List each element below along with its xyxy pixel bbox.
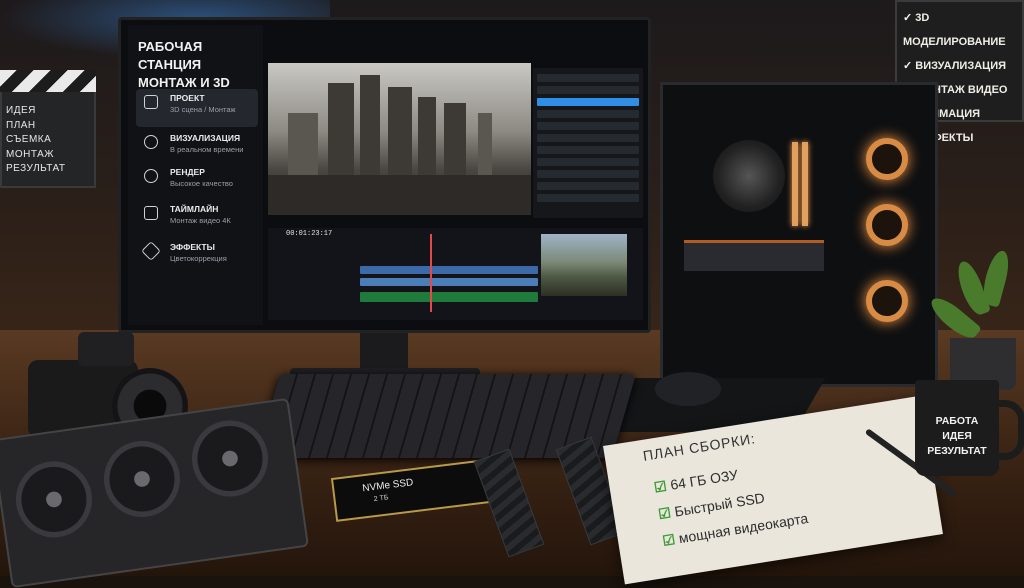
- camera-icon: [144, 169, 158, 183]
- mug-text: РАБОТА ИДЕЯ РЕЗУЛЬТАТ: [920, 414, 994, 459]
- clapper-stripes: [0, 70, 96, 92]
- outliner-panel: [533, 68, 643, 218]
- panel-row[interactable]: [537, 86, 639, 94]
- film-icon: [144, 206, 158, 220]
- clip-preview: [541, 234, 627, 296]
- menu-item-render[interactable]: РЕНДЕР Высокое качество: [136, 163, 258, 201]
- sign-item: 3D МОДЕЛИРОВАНИЕ: [903, 6, 1024, 54]
- board-item: МОНТАЖ: [6, 148, 55, 160]
- sign-item: ВИЗУАЛИЗАЦИЯ: [903, 54, 1024, 78]
- building: [444, 103, 466, 183]
- board-item: СЪЕМКА: [6, 134, 52, 145]
- playhead[interactable]: [430, 234, 432, 312]
- puzzle-icon: [141, 241, 161, 261]
- ssd-label: NVMe SSD: [361, 477, 414, 495]
- case-fan: [866, 280, 908, 322]
- file-icon: [144, 95, 158, 109]
- panel-row[interactable]: [537, 182, 639, 190]
- panel-row[interactable]: [537, 194, 639, 202]
- audio-track[interactable]: [360, 292, 538, 302]
- menu-item-sub: В реальном времени: [170, 145, 244, 154]
- panel-row[interactable]: [537, 74, 639, 82]
- menu-item-sub: Монтаж видео 4К: [170, 216, 231, 225]
- menu-item-sub: Цветокоррекция: [170, 254, 227, 263]
- panel-row[interactable]: [537, 110, 639, 118]
- menu-item-label: ПРОЕКТ: [170, 93, 205, 103]
- render-viewport[interactable]: [268, 63, 531, 215]
- menu-item-sub: 3D сцена / Монтаж: [170, 105, 236, 114]
- ram-stick-glow: [802, 142, 808, 226]
- video-track[interactable]: [360, 278, 538, 286]
- menu-item-label: РЕНДЕР: [170, 167, 205, 177]
- board-item: ПЛАН: [6, 119, 36, 131]
- menu-item-label: ТАЙМЛАЙН: [170, 204, 219, 214]
- panel-row[interactable]: [537, 122, 639, 130]
- installed-gpu: [684, 240, 824, 271]
- ram-stick-glow: [792, 142, 798, 226]
- panel-row-selected[interactable]: [537, 98, 639, 106]
- mouse: [655, 372, 721, 406]
- building: [388, 87, 412, 183]
- building: [360, 75, 380, 185]
- building: [478, 113, 492, 183]
- mug-line: ИДЕЯ: [942, 430, 972, 442]
- panel-row[interactable]: [537, 134, 639, 142]
- building: [328, 83, 354, 183]
- menu-item-label: ЭФФЕКТЫ: [170, 242, 215, 252]
- menu-item-visualization[interactable]: ВИЗУАЛИЗАЦИЯ В реальном времени: [136, 129, 258, 167]
- panel-row[interactable]: [537, 170, 639, 178]
- building: [418, 97, 436, 183]
- video-track[interactable]: [360, 266, 538, 274]
- menu-item-sub: Высокое качество: [170, 179, 233, 188]
- app-title: РАБОЧАЯ СТАНЦИЯ МОНТАЖ И 3D: [138, 38, 258, 92]
- gpu-fan: [187, 415, 273, 502]
- board-item: ИДЕЯ: [6, 105, 36, 116]
- ssd-capacity: 2 ТБ: [373, 494, 389, 504]
- panel-row[interactable]: [537, 158, 639, 166]
- panel-row[interactable]: [537, 146, 639, 154]
- clapper-board-list: ИДЕЯ ПЛАН СЪЕМКА МОНТАЖ РЕЗУЛЬТАТ: [6, 104, 65, 177]
- cpu-cooler: [713, 140, 785, 212]
- app-title-line1: РАБОЧАЯ СТАНЦИЯ: [138, 39, 203, 72]
- mug-line: РЕЗУЛЬТАТ: [927, 445, 987, 457]
- building: [288, 113, 318, 183]
- menu-item-effects[interactable]: ЭФФЕКТЫ Цветокоррекция: [136, 238, 258, 276]
- menu-item-timeline[interactable]: ТАЙМЛАЙН Монтаж видео 4К: [136, 200, 258, 238]
- monitor-stand: [360, 333, 408, 373]
- ground: [268, 175, 531, 215]
- camera-viewfinder: [78, 332, 134, 366]
- mug-handle: [994, 400, 1024, 460]
- menu-item-label: ВИЗУАЛИЗАЦИЯ: [170, 133, 241, 143]
- gpu-fan: [99, 436, 185, 522]
- board-item: РЕЗУЛЬТАТ: [6, 163, 66, 174]
- timecode: 00:01:23:17: [286, 230, 333, 238]
- gpu-fan: [11, 456, 97, 543]
- notebook-checklist: 64 ГБ ОЗУ Быстрый SSD мощная видеокарта: [652, 452, 810, 555]
- mug-line: РАБОТА: [935, 415, 979, 427]
- case-fan: [866, 138, 908, 180]
- menu-item-project[interactable]: ПРОЕКТ 3D сцена / Монтаж: [136, 89, 258, 127]
- case-fan: [866, 204, 908, 246]
- camera-icon: [144, 135, 158, 149]
